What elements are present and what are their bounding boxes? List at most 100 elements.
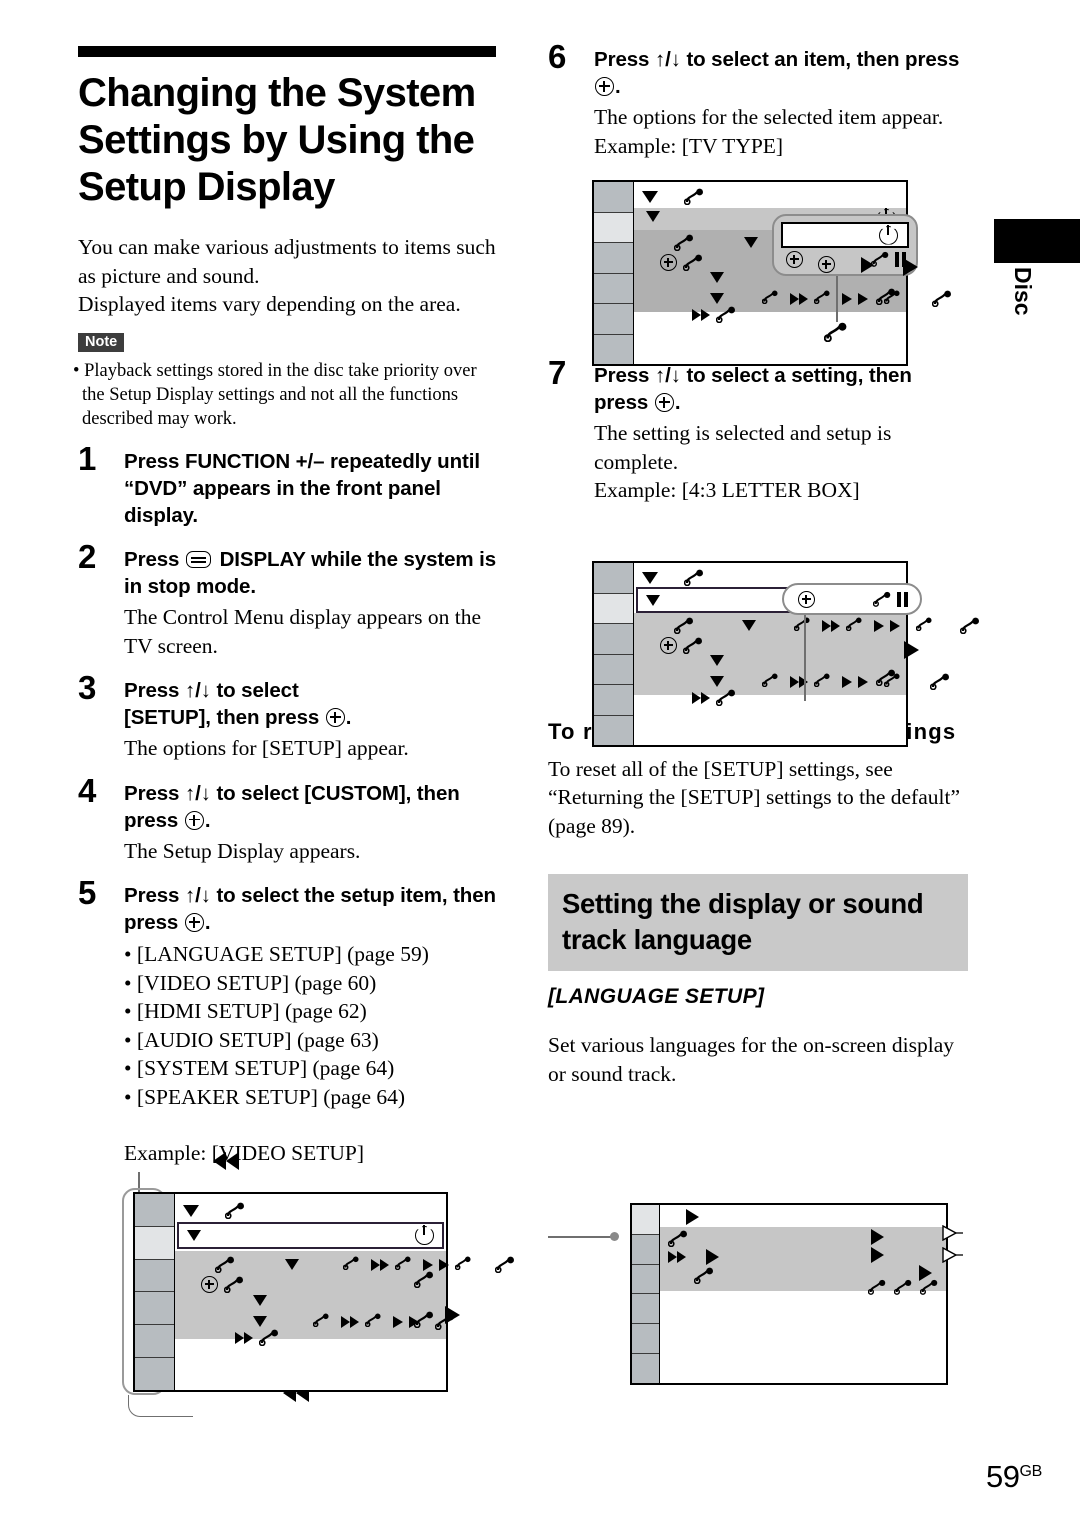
option-row-right-2 — [871, 1247, 884, 1263]
band-body-text: Set various languages for the on-screen … — [548, 1033, 954, 1086]
screen-header-row — [686, 1209, 699, 1225]
step-4-heading-end: . — [204, 808, 211, 832]
fast-forward-icon — [692, 691, 710, 704]
option-row-3 — [710, 272, 724, 283]
music-note-glyph — [684, 188, 706, 205]
letter-box-selected-popup[interactable] — [782, 583, 922, 615]
enter-circle-plus-icon — [798, 591, 815, 608]
popup-option-row[interactable] — [798, 591, 908, 608]
screen-rail — [632, 1205, 660, 1383]
music-note-glyph — [365, 1313, 387, 1330]
screen-stage — [175, 1194, 514, 1390]
screen-stage — [660, 1205, 946, 1383]
rail-cell-selected — [632, 1205, 659, 1235]
triangle-down-icon — [744, 237, 758, 248]
music-note-glyph — [215, 1256, 237, 1273]
leader-dot-language — [610, 1232, 619, 1241]
display-icon — [185, 551, 211, 568]
rail-cell — [594, 624, 633, 655]
step-6-heading: Press ↑/↓ to select an item, then press … — [594, 46, 968, 100]
hollow-pointer-arrow — [942, 1247, 963, 1263]
rail-cell — [135, 1259, 174, 1293]
option-row-3 — [694, 1267, 716, 1284]
step-4-heading-before: Press ↑/↓ to select [CUSTOM], then press — [124, 781, 460, 832]
screen-options-field — [175, 1251, 514, 1346]
music-note-glyph — [846, 617, 868, 634]
enter-circle-plus-icon — [818, 256, 835, 273]
list-item: [LANGUAGE SETUP] (page 59) — [124, 940, 498, 969]
rail-cell — [632, 1264, 659, 1295]
manual-page: Changing the System Settings by Using th… — [0, 0, 1080, 1529]
music-note-glyph — [814, 673, 836, 690]
screen-rail — [135, 1194, 175, 1390]
side-tab-bar — [994, 219, 1080, 263]
step-6-body: The options for the selected item appear… — [594, 105, 944, 129]
option-row-right-1 — [876, 288, 898, 305]
music-note-glyph — [920, 1279, 942, 1296]
option-row-5 — [692, 689, 738, 706]
screen-header-row — [183, 1202, 247, 1219]
option-row-right-1 — [876, 669, 898, 686]
music-note-glyph — [932, 290, 954, 307]
step-3-heading-before: Press ↑/↓ to select — [124, 679, 299, 702]
step-2-heading: Press DISPLAY while the system is in sto… — [124, 546, 498, 600]
fast-forward-icon — [371, 1258, 389, 1271]
rail-cell — [135, 1358, 174, 1390]
screen-rail — [594, 182, 634, 364]
section-band-heading: Setting the display or sound track langu… — [548, 874, 968, 971]
step-2: 2 Press DISPLAY while the system is in s… — [78, 540, 498, 660]
rail-cell — [594, 304, 633, 335]
title-rule — [78, 46, 496, 57]
enter-circle-plus-icon — [325, 708, 345, 727]
leader-line-bottom — [128, 1395, 193, 1417]
step-4: 4 Press ↑/↓ to select [CUSTOM], then pre… — [78, 774, 498, 866]
side-tab: Disc — [994, 219, 1080, 316]
setup-screen-video — [133, 1192, 514, 1392]
step-6: 6 Press ↑/↓ to select an item, then pres… — [548, 40, 968, 160]
rail-cell — [594, 654, 633, 685]
step-5: 5 Press ↑/↓ to select the setup item, th… — [78, 876, 498, 1168]
option-row-5 — [235, 1329, 281, 1346]
music-note-glyph — [674, 234, 696, 251]
music-note-glyph — [873, 591, 895, 608]
music-note-glyph — [876, 669, 898, 686]
music-note-glyph — [694, 1267, 716, 1284]
rail-cell — [594, 182, 633, 213]
music-note-glyph — [224, 1276, 246, 1293]
music-note-glyph — [455, 1256, 477, 1273]
triangle-down-icon — [642, 571, 658, 584]
screen-header-row — [642, 569, 706, 586]
option-row-2 — [660, 637, 705, 654]
option-row-1 — [674, 617, 982, 634]
option-row-right-1 — [871, 1229, 884, 1245]
music-note-glyph — [716, 689, 738, 706]
rail-cell — [135, 1292, 174, 1326]
option-row-4 — [710, 673, 952, 690]
fast-forward-icon — [692, 308, 710, 321]
music-note-glyph — [894, 1279, 916, 1296]
step-3-number: 3 — [78, 669, 97, 706]
list-item: [VIDEO SETUP] (page 60) — [124, 969, 498, 998]
page-title: Changing the System Settings by Using th… — [78, 71, 476, 209]
option-row-5 — [692, 306, 738, 323]
fast-forward-icon — [822, 619, 840, 632]
rail-cell-selected — [594, 212, 633, 243]
rail-cell — [632, 1324, 659, 1355]
music-note-glyph — [684, 569, 706, 586]
music-note-glyph — [814, 290, 836, 307]
music-note-glyph — [960, 617, 982, 634]
setup-screen-letter-box — [592, 561, 979, 747]
popup-option-row-3[interactable] — [818, 256, 874, 273]
screen-selection-bar[interactable] — [177, 1222, 444, 1249]
note-badge: Note — [78, 332, 125, 352]
rail-cell — [594, 334, 633, 364]
power-icon — [415, 1225, 434, 1245]
list-item: [SYSTEM SETUP] (page 64) — [124, 1054, 498, 1083]
option-row-3 — [253, 1295, 267, 1306]
popup-selected-option[interactable] — [781, 222, 909, 248]
intro-line-2: Displayed items vary depending on the ar… — [78, 292, 461, 316]
step-3: 3 Press ↑/↓ to select [SETUP], then pres… — [78, 671, 498, 763]
step-1-number: 1 — [78, 440, 97, 477]
music-note-glyph — [824, 322, 847, 342]
fast-forward-icon — [341, 1315, 359, 1328]
